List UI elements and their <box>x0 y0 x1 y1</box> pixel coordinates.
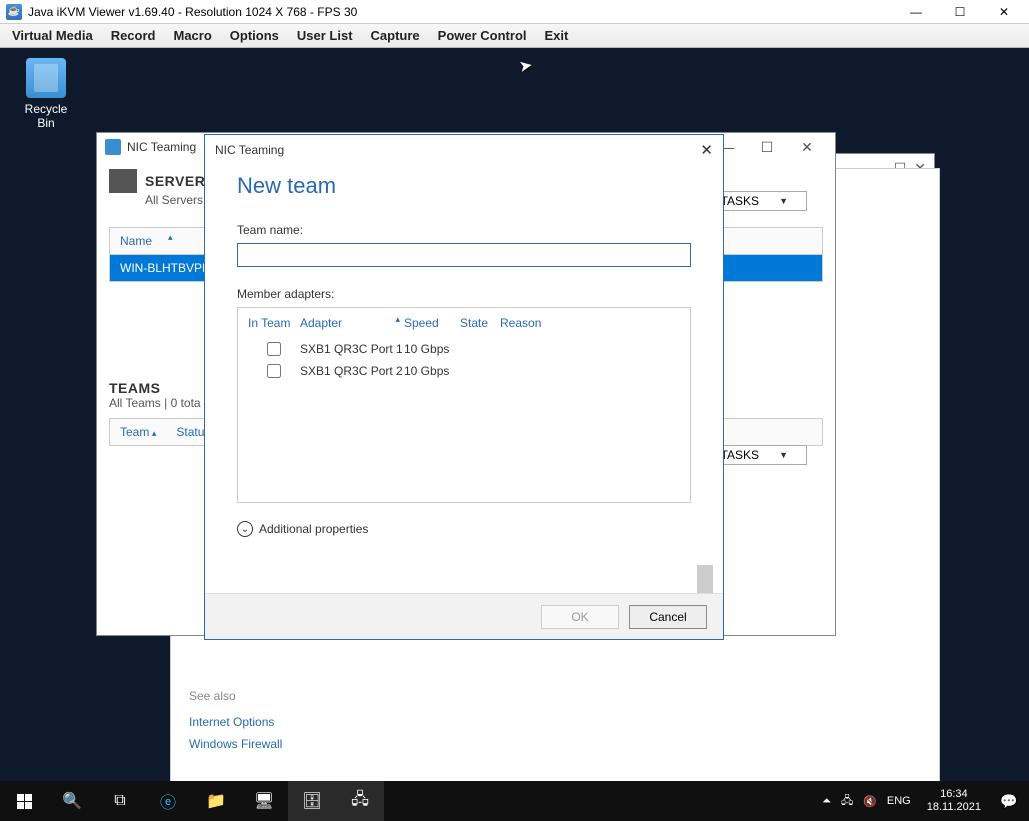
java-ikvm-window: ☕ Java iKVM Viewer v1.69.40 - Resolution… <box>0 0 1029 821</box>
member-adapters-grid: In Team Adapter Speed State Reason SXB1 … <box>237 307 691 503</box>
new-team-dialog: NIC Teaming ✕ New team Team name: Member… <box>204 134 724 640</box>
volume-icon[interactable]: 🔇 <box>863 795 877 808</box>
ok-button[interactable]: OK <box>541 605 619 629</box>
dialog-footer: OK Cancel <box>205 593 723 639</box>
windows-taskbar: 🔍 ⧉ ⓔ 📁 🖥 🗄 🖧 ⏶ 🖧 🔇 ENG 16:34 18.11.2021… <box>0 781 1029 821</box>
adapter-speed: 10 Gbps <box>404 364 464 378</box>
java-title: Java iKVM Viewer v1.69.40 - Resolution 1… <box>28 5 897 19</box>
menu-exit[interactable]: Exit <box>545 28 569 43</box>
see-also-section: See also Internet Options Windows Firewa… <box>189 689 282 759</box>
menu-options[interactable]: Options <box>230 28 279 43</box>
menu-capture[interactable]: Capture <box>371 28 420 43</box>
additional-properties-toggle[interactable]: ⌄ Additional properties <box>237 521 691 537</box>
link-windows-firewall[interactable]: Windows Firewall <box>189 737 282 751</box>
menu-virtual-media[interactable]: Virtual Media <box>12 28 93 43</box>
col-team[interactable]: Team <box>120 425 156 439</box>
remote-desktop: Recycle Bin — ☐ ✕ el 🔍 ccess ort 1 ort 2… <box>0 48 1029 821</box>
dialog-titlebar: NIC Teaming ✕ <box>205 135 723 165</box>
system-tray: ⏶ 🖧 🔇 ENG <box>822 792 919 811</box>
col-in-team[interactable]: In Team <box>248 316 300 330</box>
servers-icon <box>109 169 137 193</box>
explorer-icon[interactable]: 📁 <box>192 781 240 821</box>
adapter-name: SXB1 QR3C Port 2 <box>300 364 404 378</box>
java-menubar: Virtual Media Record Macro Options User … <box>0 24 1029 48</box>
adapter-row[interactable]: SXB1 QR3C Port 2 10 Gbps <box>238 360 690 382</box>
mouse-cursor-icon: ➤ <box>517 55 534 77</box>
task-view-icon[interactable]: ⧉ <box>96 781 144 821</box>
tray-up-icon[interactable]: ⏶ <box>822 795 831 808</box>
clock[interactable]: 16:34 18.11.2021 <box>919 788 989 814</box>
language-indicator[interactable]: ENG <box>887 795 911 807</box>
network-icon[interactable]: 🖧 <box>841 792 853 811</box>
nic-teaming-taskbar-icon[interactable]: 🖧 <box>336 781 384 821</box>
server-manager-icon[interactable]: 🗄 <box>288 781 336 821</box>
recycle-bin-icon <box>26 58 66 98</box>
close-button[interactable]: ✕ <box>787 139 827 156</box>
dialog-title: NIC Teaming <box>215 143 284 157</box>
start-button[interactable] <box>0 781 48 821</box>
adapter-name: SXB1 QR3C Port 1 <box>300 342 404 356</box>
tasks-dropdown-teams[interactable]: TASKS <box>710 445 807 465</box>
close-icon[interactable]: ✕ <box>700 141 713 159</box>
nic-title: NIC Teaming <box>127 140 196 154</box>
cancel-button[interactable]: Cancel <box>629 605 707 629</box>
adapter-row[interactable]: SXB1 QR3C Port 1 10 Gbps <box>238 338 690 360</box>
tasks-dropdown[interactable]: TASKS <box>710 191 807 211</box>
team-name-input[interactable] <box>237 243 691 267</box>
java-titlebar: ☕ Java iKVM Viewer v1.69.40 - Resolution… <box>0 0 1029 24</box>
ie-icon[interactable]: ⓔ <box>144 781 192 821</box>
recycle-bin[interactable]: Recycle Bin <box>16 58 76 130</box>
minimize-button[interactable]: — <box>897 3 935 21</box>
grid-header: In Team Adapter Speed State Reason <box>238 308 690 338</box>
menu-record[interactable]: Record <box>111 28 156 43</box>
java-icon: ☕ <box>6 4 22 20</box>
col-reason[interactable]: Reason <box>500 316 560 330</box>
col-state[interactable]: State <box>460 316 500 330</box>
scrollbar-thumb[interactable] <box>697 565 713 593</box>
dialog-heading: New team <box>237 173 691 199</box>
close-button[interactable]: ✕ <box>985 3 1023 21</box>
col-speed[interactable]: Speed <box>404 316 460 330</box>
notifications-icon[interactable]: 💬 <box>989 781 1029 821</box>
menu-macro[interactable]: Macro <box>173 28 211 43</box>
maximize-button[interactable]: ☐ <box>747 139 787 156</box>
member-adapters-label: Member adapters: <box>237 287 691 301</box>
menu-user-list[interactable]: User List <box>297 28 353 43</box>
nic-icon <box>105 139 121 155</box>
adapter-checkbox[interactable] <box>267 364 281 378</box>
menu-power-control[interactable]: Power Control <box>438 28 527 43</box>
see-also-heading: See also <box>189 689 282 703</box>
maximize-button[interactable]: ☐ <box>941 3 979 21</box>
adapter-checkbox[interactable] <box>267 342 281 356</box>
app-icon-1[interactable]: 🖥 <box>240 781 288 821</box>
recycle-bin-label: Recycle Bin <box>16 102 76 130</box>
chevron-down-icon: ⌄ <box>237 521 253 537</box>
col-adapter[interactable]: Adapter <box>300 316 404 330</box>
adapter-speed: 10 Gbps <box>404 342 464 356</box>
team-name-label: Team name: <box>237 223 691 237</box>
search-icon[interactable]: 🔍 <box>48 781 96 821</box>
link-internet-options[interactable]: Internet Options <box>189 715 282 729</box>
